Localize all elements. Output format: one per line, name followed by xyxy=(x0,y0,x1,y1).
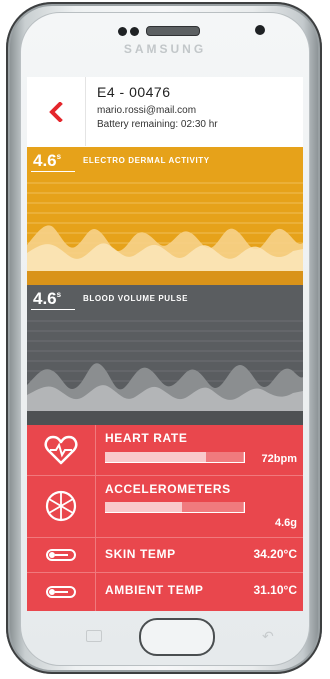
app-screen: E4 - 00476 mario.rossi@mail.com Battery … xyxy=(27,77,303,611)
heart-icon xyxy=(44,435,78,465)
bvp-waveform-chart xyxy=(27,320,303,425)
accelerometers-title: ACCELEROMETERS xyxy=(105,482,231,496)
eda-value: 4.6s xyxy=(33,151,61,171)
camera-icon xyxy=(255,25,265,35)
metrics-panel: HEART RATE 72bpm ACCELEROMETERS 4.6g SKI… xyxy=(27,425,303,611)
back-arrow-icon[interactable]: ↶ xyxy=(262,628,274,645)
device-id: E4 - 00476 xyxy=(97,84,171,100)
skin-temp-value: 34.20°C xyxy=(253,547,298,561)
eda-label: ELECTRO DERMAL ACTIVITY xyxy=(83,156,210,165)
phone-brand-logo: SAMSUNG xyxy=(123,42,207,56)
heart-rate-title: HEART RATE xyxy=(105,431,188,445)
home-button[interactable] xyxy=(139,618,215,656)
accelerometer-icon xyxy=(45,490,77,522)
eda-panel[interactable]: 4.6s ELECTRO DERMAL ACTIVITY xyxy=(27,147,303,285)
thermometer-icon xyxy=(46,585,76,598)
skin-temp-icon-cell xyxy=(27,537,96,572)
eda-value-number: 4.6 xyxy=(33,151,57,170)
ambient-temp-icon-cell xyxy=(27,572,96,611)
bvp-value-unit: s xyxy=(56,290,62,299)
heart-rate-bar xyxy=(105,452,245,463)
front-camera-icon xyxy=(118,27,127,36)
battery-remaining: Battery remaining: 02:30 hr xyxy=(97,119,218,130)
earpiece-speaker xyxy=(146,26,200,36)
bvp-label: BLOOD VOLUME PULSE xyxy=(83,294,189,303)
thermometer-icon xyxy=(46,548,76,561)
accelerometers-row[interactable]: ACCELEROMETERS 4.6g xyxy=(27,475,303,538)
bvp-panel[interactable]: 4.6s BLOOD VOLUME PULSE xyxy=(27,285,303,425)
device-header: E4 - 00476 mario.rossi@mail.com Battery … xyxy=(27,77,303,148)
accelerometers-value: 4.6g xyxy=(274,517,297,529)
eda-waveform-chart xyxy=(27,182,303,285)
recent-apps-icon[interactable] xyxy=(86,630,102,642)
bvp-value-number: 4.6 xyxy=(33,289,57,308)
device-email: mario.rossi@mail.com xyxy=(97,105,197,116)
heart-rate-row[interactable]: HEART RATE 72bpm xyxy=(27,425,303,476)
chevron-left-icon xyxy=(49,101,63,122)
ambient-temp-row[interactable]: AMBIENT TEMP 31.10°C xyxy=(27,572,303,611)
bvp-value: 4.6s xyxy=(33,289,61,309)
heart-rate-value: 72bpm xyxy=(261,453,297,465)
eda-value-unit: s xyxy=(56,152,62,161)
skin-temp-title: SKIN TEMP xyxy=(105,547,176,561)
skin-temp-row[interactable]: SKIN TEMP 34.20°C xyxy=(27,537,303,573)
heart-rate-icon-cell xyxy=(27,425,96,475)
back-button[interactable] xyxy=(27,77,86,146)
accelerometers-bar xyxy=(105,502,245,513)
eda-underline xyxy=(31,171,75,172)
ambient-temp-value: 31.10°C xyxy=(253,583,298,597)
accelerometers-icon-cell xyxy=(27,475,96,537)
bvp-underline xyxy=(31,309,75,310)
proximity-sensor-icon xyxy=(130,27,139,36)
ambient-temp-title: AMBIENT TEMP xyxy=(105,583,204,597)
